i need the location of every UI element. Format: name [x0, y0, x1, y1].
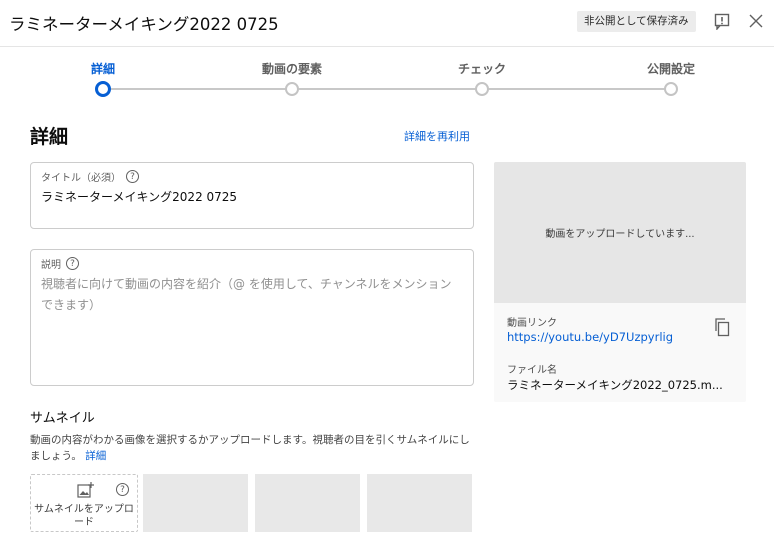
filename-value: ラミネーターメイキング2022_0725.m...: [507, 378, 723, 392]
title-field-label: タイトル（必須） ?: [41, 169, 139, 184]
title-label-text: タイトル（必須）: [41, 173, 121, 184]
upload-status: 動画をアップロードしています...: [545, 229, 695, 240]
step-label-details[interactable]: 詳細: [91, 60, 115, 77]
auto-thumbnail-option-1[interactable]: [143, 474, 248, 532]
thumbnail-description: 動画の内容がわかる画像を選択するかアップロードします。視聴者の目を引くサムネイル…: [30, 432, 480, 464]
description-label-text: 説明: [41, 260, 61, 271]
step-dot-visibility[interactable]: [664, 82, 678, 96]
help-icon[interactable]: ?: [116, 483, 129, 496]
title-field[interactable]: タイトル（必須） ? ラミネーターメイキング2022 0725: [30, 162, 474, 229]
video-link[interactable]: https://youtu.be/yD7Uzpyrlig: [507, 330, 673, 344]
upload-thumbnail-label: サムネイルをアップロード: [34, 504, 134, 528]
thumbnail-title: サムネイル: [30, 411, 95, 426]
description-input[interactable]: 視聴者に向けて動画の内容を紹介（@ を使用して、チャンネルをメンションできます）: [41, 274, 461, 316]
step-label-checks[interactable]: チェック: [458, 60, 506, 77]
dialog-title: ラミネーターメイキング2022 0725: [9, 15, 279, 34]
step-dot-video-elements[interactable]: [285, 82, 299, 96]
description-field-label: 説明 ?: [41, 256, 79, 271]
video-link-label: 動画リンク: [507, 318, 557, 329]
feedback-icon[interactable]: [711, 10, 733, 32]
auto-thumbnail-option-2[interactable]: [255, 474, 360, 532]
step-label-visibility[interactable]: 公開設定: [647, 60, 695, 77]
dialog-header: ラミネーターメイキング2022 0725 非公開として保存済み: [0, 0, 774, 47]
thumbnail-learn-more-link[interactable]: 詳細: [85, 450, 106, 462]
help-icon[interactable]: ?: [126, 170, 139, 183]
add-photo-icon: [77, 482, 94, 498]
section-title: 詳細: [30, 126, 69, 148]
step-dot-checks[interactable]: [475, 82, 489, 96]
step-label-video-elements[interactable]: 動画の要素: [262, 60, 322, 77]
help-icon[interactable]: ?: [66, 257, 79, 270]
description-field[interactable]: 説明 ? 視聴者に向けて動画の内容を紹介（@ を使用して、チャンネルをメンション…: [30, 249, 474, 386]
upload-thumbnail-button[interactable]: ? サムネイルをアップロード: [30, 474, 138, 532]
save-status-badge: 非公開として保存済み: [577, 11, 696, 32]
step-dot-details[interactable]: [95, 81, 111, 97]
copy-icon[interactable]: [713, 317, 731, 337]
auto-thumbnail-option-3[interactable]: [367, 474, 472, 532]
video-preview: 動画をアップロードしています...: [494, 162, 746, 303]
stepper-line: [103, 88, 671, 90]
reuse-details-link[interactable]: 詳細を再利用: [404, 128, 470, 144]
title-input[interactable]: ラミネーターメイキング2022 0725: [41, 188, 237, 205]
close-icon[interactable]: [745, 10, 767, 32]
video-preview-panel: 動画をアップロードしています... 動画リンク https://youtu.be…: [494, 162, 746, 402]
filename-label: ファイル名: [507, 365, 557, 376]
